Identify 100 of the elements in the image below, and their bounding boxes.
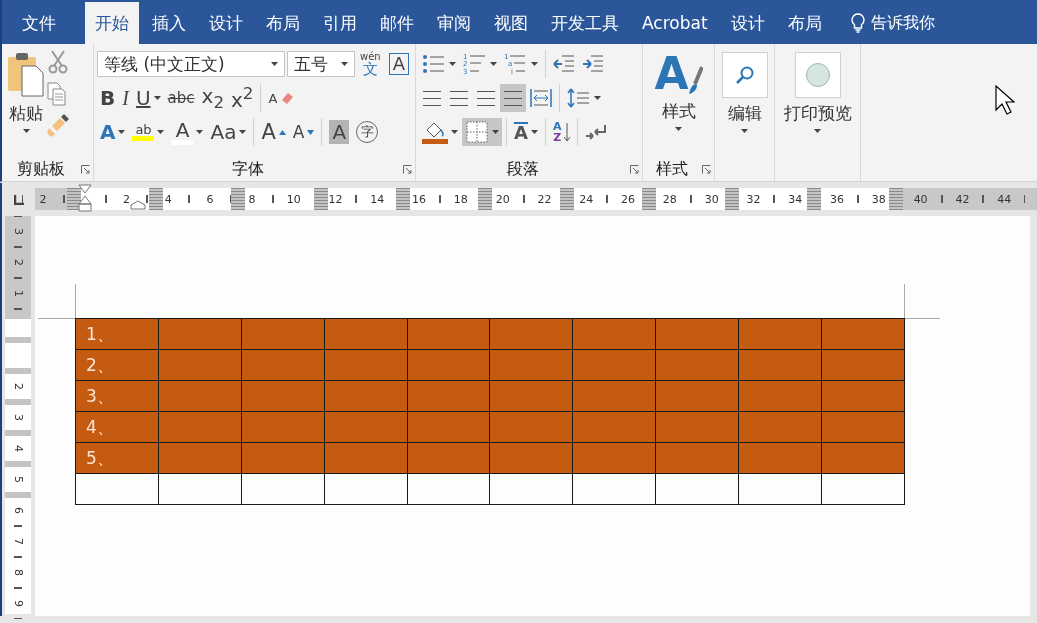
table-cell[interactable] (324, 318, 408, 350)
caret-icon[interactable] (196, 130, 204, 134)
table-cell[interactable] (241, 411, 325, 443)
column-marker[interactable] (313, 188, 328, 210)
table-cell[interactable] (655, 349, 739, 381)
table-cell[interactable] (821, 473, 905, 505)
print-preview-button[interactable]: 打印预览 (781, 48, 854, 157)
asian-layout-button[interactable]: A (511, 118, 541, 146)
ribbon-tab[interactable]: 设计 (720, 2, 775, 44)
font-color-button[interactable]: A (168, 118, 207, 146)
table-cell[interactable] (158, 380, 242, 412)
column-marker[interactable] (724, 188, 739, 210)
ribbon-tab[interactable]: 引用 (313, 2, 367, 44)
caret-icon[interactable] (741, 129, 748, 133)
table-cell[interactable] (489, 349, 573, 381)
ribbon-tab[interactable]: 开始 (85, 2, 139, 44)
caret-icon[interactable] (675, 127, 682, 131)
text-effects-button[interactable]: A (97, 118, 129, 146)
table-cell[interactable] (489, 318, 573, 350)
table-cell[interactable] (158, 318, 242, 350)
table-cell[interactable] (738, 442, 822, 474)
table-cell[interactable] (489, 473, 573, 505)
table-cell[interactable] (407, 349, 490, 381)
table-cell[interactable] (572, 349, 656, 381)
caret-icon[interactable] (157, 130, 165, 134)
caret-icon[interactable] (814, 129, 821, 133)
caret-icon[interactable] (153, 96, 161, 100)
tab-stop-icon[interactable] (13, 194, 24, 205)
table-cell[interactable] (572, 318, 656, 350)
dialog-launcher-icon[interactable] (403, 164, 412, 174)
table-cell[interactable] (158, 473, 242, 505)
table-cell[interactable] (241, 380, 325, 412)
caret-icon[interactable] (22, 129, 30, 133)
table-cell[interactable] (324, 411, 408, 443)
table-cell[interactable] (324, 442, 408, 474)
caret-icon[interactable] (239, 130, 247, 134)
table-cell[interactable] (821, 411, 905, 443)
column-marker[interactable] (806, 188, 821, 210)
caret-icon[interactable] (118, 130, 126, 134)
table-cell[interactable]: 3、 (75, 380, 159, 412)
table-cell[interactable] (75, 473, 159, 505)
font-size-dropdown[interactable]: 五号 (287, 51, 355, 77)
grow-font-button[interactable]: A (258, 118, 289, 146)
caret-icon[interactable] (530, 130, 538, 134)
table-cell[interactable] (738, 380, 822, 412)
caret-icon[interactable] (271, 62, 278, 66)
table-cell[interactable] (158, 442, 242, 474)
copy-icon[interactable] (47, 82, 67, 106)
table-cell[interactable] (158, 411, 242, 443)
table-cell[interactable] (655, 411, 739, 443)
italic-button[interactable]: I (119, 84, 132, 112)
tell-me-field[interactable]: 告诉我你 (842, 2, 943, 44)
paste-button[interactable]: 粘贴 (5, 48, 47, 157)
script-button[interactable]: x$^{2}$ (228, 84, 257, 112)
caret-icon[interactable] (490, 62, 497, 66)
table-cell[interactable] (821, 442, 905, 474)
table-cell[interactable] (324, 380, 408, 412)
ribbon-tab[interactable]: 文件 (2, 2, 76, 44)
table-cell[interactable] (655, 473, 739, 505)
table-cell[interactable] (241, 442, 325, 474)
ribbon-tab[interactable]: 审阅 (427, 2, 481, 44)
row-marker[interactable] (5, 399, 31, 405)
ribbon-tab[interactable]: 视图 (484, 2, 538, 44)
change-case-button[interactable]: Aa (207, 118, 250, 146)
table-cell[interactable] (407, 318, 490, 350)
dialog-launcher-icon[interactable] (81, 164, 90, 174)
table-cell[interactable] (407, 473, 490, 505)
row-marker[interactable] (5, 368, 31, 374)
row-marker[interactable] (5, 430, 31, 436)
sort-button[interactable]: A Z (549, 118, 574, 146)
column-marker[interactable] (231, 188, 246, 210)
bold-button[interactable]: B (97, 84, 119, 112)
dialog-launcher-icon[interactable] (702, 164, 711, 174)
caret-icon[interactable] (341, 62, 348, 66)
table-cell[interactable] (738, 318, 822, 350)
table-cell[interactable]: 4、 (75, 411, 159, 443)
clear-formatting-button[interactable]: A (265, 84, 298, 112)
font-name-dropdown[interactable]: 等线 (中文正文) (97, 51, 285, 77)
table-cell[interactable] (158, 349, 242, 381)
caret-icon[interactable] (531, 62, 538, 66)
table-cell[interactable] (241, 318, 325, 350)
highlight-button[interactable]: ab (129, 118, 168, 146)
table-cell[interactable] (407, 411, 490, 443)
column-marker[interactable] (560, 188, 575, 210)
ribbon-tab[interactable]: 开发工具 (541, 2, 629, 44)
table-cell[interactable] (407, 442, 490, 474)
table-cell[interactable]: 5、 (75, 442, 159, 474)
indent-marker[interactable] (130, 200, 146, 210)
table-cell[interactable] (241, 473, 325, 505)
table-cell[interactable] (489, 411, 573, 443)
editing-button[interactable]: 编辑 (719, 48, 770, 157)
ribbon-tab[interactable]: 布局 (777, 2, 832, 44)
justify-button[interactable] (500, 84, 526, 112)
table-cell[interactable] (572, 473, 656, 505)
column-marker[interactable] (149, 188, 164, 210)
table-cell[interactable] (738, 411, 822, 443)
table-cell[interactable] (407, 380, 490, 412)
caret-icon[interactable] (449, 62, 456, 66)
underline-button[interactable]: U (132, 84, 164, 112)
caret-icon[interactable] (451, 130, 458, 134)
